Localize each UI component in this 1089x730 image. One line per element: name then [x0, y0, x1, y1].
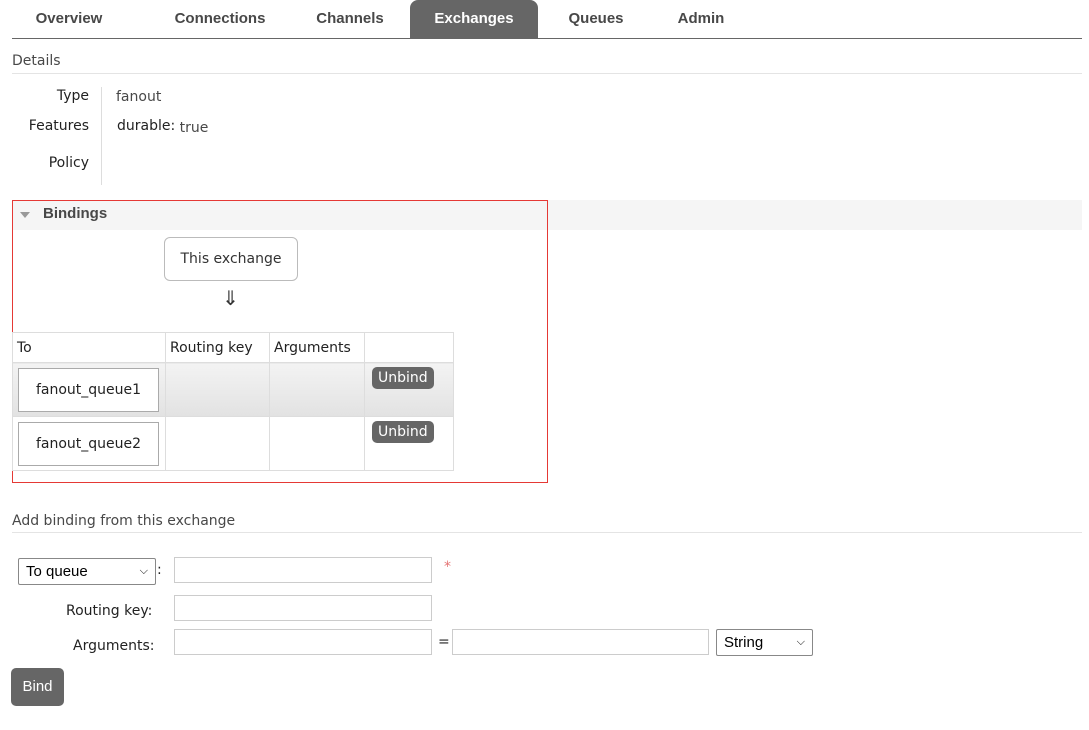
cell-routing-key [165, 416, 270, 471]
cell-action: Unbind [364, 362, 454, 417]
tab-overview[interactable]: Overview [20, 0, 118, 38]
destination-colon: : [157, 562, 162, 578]
features-key: durable: [117, 118, 176, 134]
cell-arguments [269, 362, 365, 417]
col-to: To [12, 332, 166, 363]
arguments-label: Arguments: [73, 638, 155, 654]
features-durable-value: true [179, 120, 209, 136]
required-mark: * [444, 559, 451, 575]
tab-connections[interactable]: Connections [152, 0, 288, 38]
bindings-table: To Routing key Arguments fanout_queue1 U… [12, 332, 454, 471]
cell-to: fanout_queue1 [12, 362, 166, 417]
down-arrow-icon: ⇓ [222, 286, 239, 310]
destination-input[interactable] [174, 557, 432, 583]
argument-key-input[interactable] [174, 629, 432, 655]
col-routing-key: Routing key [165, 332, 270, 363]
chevron-down-icon: ⌵ [139, 565, 148, 577]
queue-link[interactable]: fanout_queue1 [18, 367, 159, 412]
table-row: fanout_queue2 Unbind [12, 416, 454, 471]
features-value: durable: true [117, 118, 209, 136]
table-row: fanout_queue1 Unbind [12, 362, 454, 417]
tab-channels[interactable]: Channels [300, 0, 400, 38]
cell-routing-key [165, 362, 270, 417]
argument-value-input[interactable] [452, 629, 709, 655]
policy-label: Policy [48, 155, 89, 171]
features-label: Features [28, 118, 89, 134]
details-separator [101, 87, 102, 185]
top-nav: Overview Connections Channels Exchanges … [12, 0, 1082, 39]
type-value: fanout [116, 89, 162, 105]
queue-link[interactable]: fanout_queue2 [18, 421, 159, 466]
routing-key-label: Routing key: [66, 603, 153, 619]
table-header-row: To Routing key Arguments [12, 332, 454, 363]
argument-type-value: String [724, 634, 764, 651]
col-action [364, 332, 454, 363]
tab-admin[interactable]: Admin [668, 0, 734, 38]
tab-queues[interactable]: Queues [558, 0, 634, 38]
cell-arguments [269, 416, 365, 471]
unbind-button[interactable]: Unbind [372, 421, 434, 443]
destination-type-value: To queue [26, 563, 88, 580]
details-title: Details [12, 53, 61, 69]
add-binding-title: Add binding from this exchange [12, 513, 236, 529]
bind-button[interactable]: Bind [11, 668, 64, 706]
type-label: Type [56, 88, 89, 104]
add-binding-divider [12, 532, 1082, 533]
unbind-button[interactable]: Unbind [372, 367, 434, 389]
routing-key-input[interactable] [174, 595, 432, 621]
chevron-down-icon: ⌵ [796, 636, 805, 648]
this-exchange-box: This exchange [164, 237, 298, 281]
details-divider [12, 73, 1082, 74]
destination-type-select[interactable]: To queue ⌵ [18, 558, 156, 585]
tab-exchanges[interactable]: Exchanges [410, 0, 538, 38]
cell-action: Unbind [364, 416, 454, 471]
equals-sign: = [438, 634, 450, 650]
cell-to: fanout_queue2 [12, 416, 166, 471]
argument-type-select[interactable]: String ⌵ [716, 629, 813, 656]
col-arguments: Arguments [269, 332, 365, 363]
